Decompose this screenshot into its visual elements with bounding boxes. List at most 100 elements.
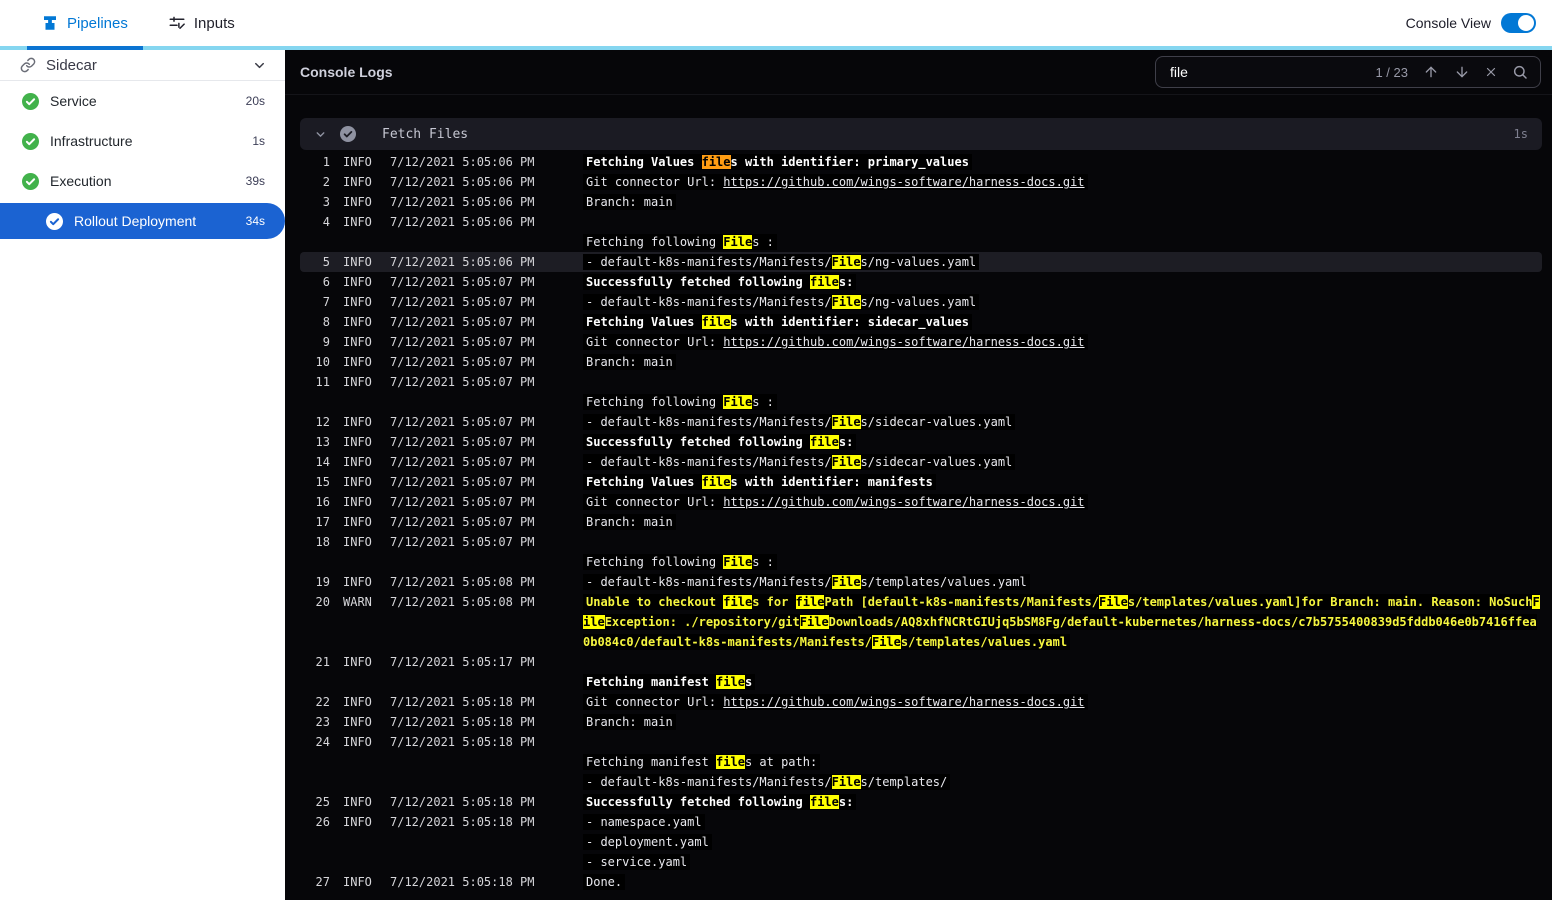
log-message: Fetching Values files with identifier: m… bbox=[583, 472, 1542, 492]
active-tab-underline bbox=[27, 46, 143, 50]
line-number: 8 bbox=[322, 315, 330, 329]
search-match-highlight: file bbox=[809, 435, 839, 449]
log-timestamp bbox=[390, 392, 536, 412]
log-message: Git connector Url: https://github.com/wi… bbox=[583, 172, 1542, 192]
log-message: Fetching Values files with identifier: p… bbox=[583, 152, 1542, 172]
log-message: Git connector Url: https://github.com/wi… bbox=[583, 492, 1542, 512]
log-level bbox=[343, 232, 377, 252]
top-bar: Pipelines Inputs Console View bbox=[0, 0, 1552, 46]
nav-tabs: Pipelines Inputs bbox=[0, 0, 249, 46]
log-level: INFO bbox=[343, 255, 372, 269]
log-timestamp: 7/12/2021 5:05:07 PM bbox=[390, 415, 535, 429]
log-level bbox=[343, 832, 377, 852]
search-match-highlight: file bbox=[701, 475, 731, 489]
sidebar-item-service[interactable]: Service 20s bbox=[0, 81, 285, 121]
search-next-button[interactable] bbox=[1454, 64, 1470, 80]
search-match-highlight: file bbox=[716, 675, 745, 689]
log-row: Fetching manifest files bbox=[300, 672, 1542, 692]
log-message: Fetching following Files : bbox=[583, 552, 1542, 572]
log-row: 19 INFO 7/12/2021 5:05:08 PM - default-k8s-… bbox=[300, 572, 1542, 592]
log-level: INFO bbox=[343, 795, 372, 809]
search-match-highlight: File bbox=[831, 775, 861, 789]
search-match-counter: 1 / 23 bbox=[1375, 64, 1408, 80]
sidebar-header[interactable]: Sidecar bbox=[0, 50, 285, 81]
step-label: Execution bbox=[50, 173, 112, 189]
log-row: 2 INFO 7/12/2021 5:05:06 PM Git connector U… bbox=[300, 172, 1542, 192]
search-match-highlight: File bbox=[871, 635, 901, 649]
log-timestamp: 7/12/2021 5:05:07 PM bbox=[390, 315, 535, 329]
log-timestamp: 7/12/2021 5:05:07 PM bbox=[390, 275, 535, 289]
log-row: Fetching following Files : bbox=[300, 392, 1542, 412]
log-level: INFO bbox=[343, 455, 372, 469]
log-link[interactable]: https://github.com/wings-software/harnes… bbox=[723, 695, 1084, 709]
line-number: 18 bbox=[315, 535, 330, 549]
log-message: - service.yaml bbox=[583, 852, 1542, 872]
log-row: 8 INFO 7/12/2021 5:05:07 PM Fetching Values… bbox=[300, 312, 1542, 332]
line-number: 11 bbox=[315, 375, 330, 389]
search-match-highlight: file bbox=[809, 275, 839, 289]
log-row: 16 INFO 7/12/2021 5:05:07 PM Git connector … bbox=[300, 492, 1542, 512]
search-input[interactable] bbox=[1170, 64, 1361, 80]
tab-inputs[interactable]: Inputs bbox=[154, 0, 249, 46]
log-row: 10 INFO 7/12/2021 5:05:07 PM Branch: main bbox=[300, 352, 1542, 372]
log-row: 24 INFO 7/12/2021 5:05:18 PM bbox=[300, 732, 1542, 752]
log-timestamp bbox=[390, 232, 536, 252]
search-match-highlight: file bbox=[795, 595, 825, 609]
console-view-toggle[interactable] bbox=[1501, 13, 1536, 33]
search-match-highlight: File bbox=[723, 555, 753, 569]
log-row: 21 INFO 7/12/2021 5:05:17 PM bbox=[300, 652, 1542, 672]
console-panel: Console Logs 1 / 23 bbox=[285, 50, 1552, 900]
sidebar-item-infrastructure[interactable]: Infrastructure 1s bbox=[0, 121, 285, 161]
line-number: 20 bbox=[315, 595, 330, 609]
line-number: 27 bbox=[315, 875, 330, 889]
line-number bbox=[300, 772, 330, 792]
sidebar-item-rollout-deployment[interactable]: Rollout Deployment 34s bbox=[0, 203, 285, 239]
log-row: 20 WARN 7/12/2021 5:05:08 PM Unable to chec… bbox=[300, 592, 1542, 652]
search-icon[interactable] bbox=[1512, 64, 1528, 80]
log-level bbox=[343, 852, 377, 872]
log-level: INFO bbox=[343, 375, 372, 389]
toggle-knob bbox=[1518, 15, 1534, 31]
line-number: 1 bbox=[322, 155, 330, 169]
log-row: 6 INFO 7/12/2021 5:05:07 PM Successfully fe… bbox=[300, 272, 1542, 292]
log-section-header[interactable]: Fetch Files 1s bbox=[300, 118, 1542, 150]
sidebar-item-execution[interactable]: Execution 39s bbox=[0, 161, 285, 201]
log-timestamp: 7/12/2021 5:05:07 PM bbox=[390, 455, 535, 469]
step-duration: 1s bbox=[252, 134, 265, 148]
tab-pipelines[interactable]: Pipelines bbox=[27, 0, 142, 46]
log-row: 17 INFO 7/12/2021 5:05:07 PM Branch: main bbox=[300, 512, 1542, 532]
log-message: Done. bbox=[583, 872, 1542, 892]
log-timestamp: 7/12/2021 5:05:18 PM bbox=[390, 695, 535, 709]
log-level: INFO bbox=[343, 295, 372, 309]
log-timestamp: 7/12/2021 5:05:07 PM bbox=[390, 355, 535, 369]
line-number: 2 bbox=[322, 175, 330, 189]
log-link[interactable]: https://github.com/wings-software/harnes… bbox=[723, 175, 1084, 189]
log-link[interactable]: https://github.com/wings-software/harnes… bbox=[723, 335, 1084, 349]
log-timestamp: 7/12/2021 5:05:06 PM bbox=[390, 255, 535, 269]
log-row: - deployment.yaml bbox=[300, 832, 1542, 852]
line-number: 10 bbox=[315, 355, 330, 369]
line-number: 21 bbox=[315, 655, 330, 669]
tab-strip bbox=[0, 46, 1552, 50]
log-row: 23 INFO 7/12/2021 5:05:18 PM Branch: main bbox=[300, 712, 1542, 732]
line-number bbox=[300, 232, 330, 252]
log-level: INFO bbox=[343, 535, 372, 549]
search-prev-button[interactable] bbox=[1423, 64, 1439, 80]
search-match-highlight: file bbox=[701, 315, 731, 329]
chevron-down-icon[interactable] bbox=[252, 58, 267, 73]
log-message: - namespace.yaml bbox=[583, 812, 1542, 832]
log-message: Fetching manifest files at path: bbox=[583, 752, 1542, 772]
log-message: - default-k8s-manifests/Manifests/Files/… bbox=[583, 252, 1542, 272]
section-chevron-icon[interactable] bbox=[314, 128, 327, 141]
log-timestamp: 7/12/2021 5:05:07 PM bbox=[390, 475, 535, 489]
log-timestamp bbox=[390, 832, 536, 852]
log-message: Branch: main bbox=[583, 712, 1542, 732]
log-link[interactable]: https://github.com/wings-software/harnes… bbox=[723, 495, 1084, 509]
pipeline-icon bbox=[41, 14, 59, 32]
log-row: Fetching following Files : bbox=[300, 232, 1542, 252]
log-message: Fetching manifest files bbox=[583, 672, 1542, 692]
search-match-highlight: File bbox=[831, 455, 861, 469]
log-message: Branch: main bbox=[583, 352, 1542, 372]
search-match-highlight: file bbox=[809, 795, 839, 809]
search-clear-button[interactable] bbox=[1485, 66, 1497, 78]
